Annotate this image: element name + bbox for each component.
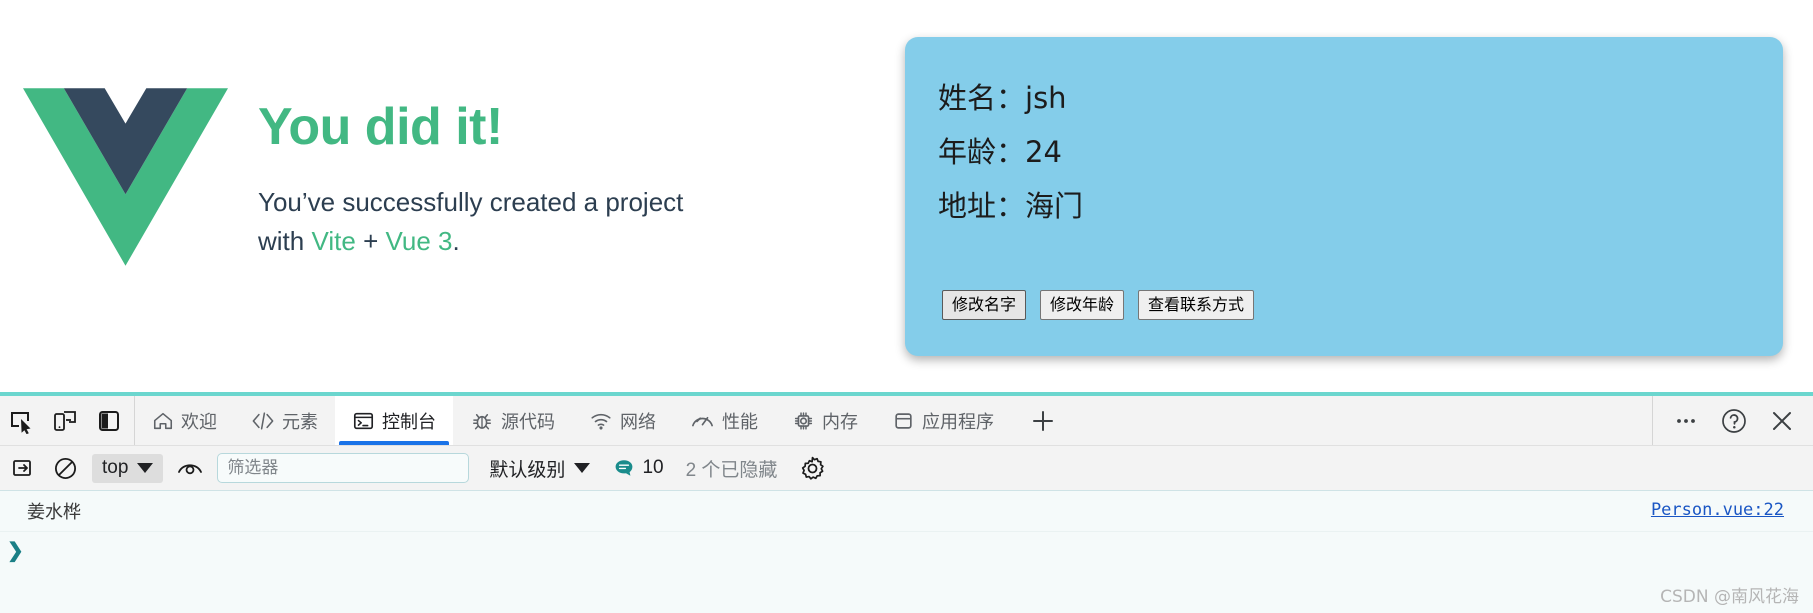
execution-context-value: top xyxy=(102,456,129,478)
terminal-icon xyxy=(352,410,375,432)
web-page-viewport: You did it! You’ve successfully created … xyxy=(0,0,1813,392)
chevron-down-icon xyxy=(574,463,591,473)
execution-context-select[interactable]: top xyxy=(92,453,164,483)
plus-separator: + xyxy=(363,225,379,256)
inspect-element-icon[interactable] xyxy=(4,404,38,438)
tab-performance-label: 性能 xyxy=(722,411,758,432)
person-address-row: 地址：海门 xyxy=(938,183,1083,225)
dock-side-icon[interactable] xyxy=(92,404,126,438)
vite-link[interactable]: Vite xyxy=(311,226,355,256)
devtools-panel: 欢迎 元素 控制台 源代码 网络 性能 内存 应用程序 top 筛选器 默认级别… xyxy=(0,392,1813,613)
console-message-text: 姜水桦 xyxy=(27,502,81,523)
tab-application-label: 应用程序 xyxy=(922,411,994,432)
gear-icon[interactable] xyxy=(797,453,827,483)
person-card: 姓名：jsh 年龄：24 地址：海门 修改名字 修改年龄 查看联系方式 xyxy=(905,37,1783,356)
console-message-row[interactable]: 姜水桦 Person.vue:22 xyxy=(0,491,1813,532)
person-name-value: jsh xyxy=(1025,81,1067,115)
person-age-label: 年龄： xyxy=(938,135,1026,169)
tab-console-label: 控制台 xyxy=(382,411,436,432)
person-name-row: 姓名：jsh xyxy=(938,75,1067,117)
tab-sources-label: 源代码 xyxy=(501,411,555,432)
close-devtools-icon[interactable] xyxy=(1765,404,1799,438)
bug-icon xyxy=(470,410,494,432)
tab-application[interactable]: 应用程序 xyxy=(875,396,1011,445)
tab-memory[interactable]: 内存 xyxy=(775,396,875,445)
page-title: You did it! xyxy=(258,98,503,156)
devtools-toolbar-right xyxy=(1652,396,1813,445)
chevron-down-icon xyxy=(137,462,154,473)
log-level-value: 默认级别 xyxy=(489,459,566,481)
message-count-value: 10 xyxy=(642,457,664,478)
code-tags-icon xyxy=(251,410,275,432)
tab-console[interactable]: 控制台 xyxy=(335,396,453,445)
home-icon xyxy=(152,410,174,432)
help-icon[interactable] xyxy=(1717,404,1751,438)
vue3-link[interactable]: Vue 3 xyxy=(385,226,452,256)
vue-logo-icon xyxy=(23,88,228,266)
person-age-value: 24 xyxy=(1025,135,1062,169)
gauge-icon xyxy=(690,410,715,432)
tab-welcome-label: 欢迎 xyxy=(181,411,217,432)
hidden-messages-label: 2 个已隐藏 xyxy=(685,459,778,481)
hero-subtitle-line1: You’ve successfully created a project xyxy=(258,186,684,217)
console-message-source-link[interactable]: Person.vue:22 xyxy=(1651,500,1784,520)
tab-memory-label: 内存 xyxy=(822,411,858,432)
tab-performance[interactable]: 性能 xyxy=(673,396,775,445)
vue-welcome-hero: You did it! You’ve successfully created … xyxy=(0,0,760,392)
person-age-row: 年龄：24 xyxy=(938,129,1062,171)
chip-icon xyxy=(792,410,815,432)
watermark: CSDN @南风花海 xyxy=(1660,587,1799,607)
no-entry-icon[interactable] xyxy=(50,453,80,483)
devtools-tabbar: 欢迎 元素 控制台 源代码 网络 性能 内存 应用程序 xyxy=(0,396,1813,446)
clear-console-icon[interactable] xyxy=(8,453,38,483)
tab-sources[interactable]: 源代码 xyxy=(453,396,572,445)
storage-icon xyxy=(892,410,915,432)
tab-welcome[interactable]: 欢迎 xyxy=(135,396,234,445)
view-contact-button[interactable]: 查看联系方式 xyxy=(1138,290,1255,321)
person-name-label: 姓名： xyxy=(938,81,1026,115)
sentence-period: . xyxy=(452,225,460,256)
person-address-value: 海门 xyxy=(1025,189,1084,223)
devtools-tab-list: 欢迎 元素 控制台 源代码 网络 性能 内存 应用程序 xyxy=(135,396,1011,445)
change-name-button[interactable]: 修改名字 xyxy=(942,290,1027,321)
console-output: 姜水桦 Person.vue:22 ❯ CSDN @南风花海 xyxy=(0,491,1813,613)
tab-elements-label: 元素 xyxy=(282,411,318,432)
more-options-icon[interactable] xyxy=(1669,404,1703,438)
tab-elements[interactable]: 元素 xyxy=(234,396,335,445)
console-input-prompt[interactable]: ❯ xyxy=(0,532,1813,568)
message-count-badge[interactable]: 10 xyxy=(614,457,664,479)
prompt-chevron-icon: ❯ xyxy=(7,539,24,562)
tab-network-label: 网络 xyxy=(620,411,656,432)
hero-subtitle: You’ve successfully created a project wit… xyxy=(258,183,728,261)
hero-text-block: You did it! You’ve successfully created … xyxy=(258,100,728,261)
device-toolbar-icon[interactable] xyxy=(48,404,82,438)
hero-subtitle-with: with xyxy=(258,225,305,256)
console-filter-input[interactable] xyxy=(217,453,470,483)
change-age-button[interactable]: 修改年龄 xyxy=(1040,290,1125,321)
log-level-select[interactable]: 默认级别 xyxy=(489,455,591,482)
person-card-actions: 修改名字 修改年龄 查看联系方式 xyxy=(942,290,1255,321)
add-panel-button[interactable] xyxy=(1011,396,1075,445)
devtools-toolbar-left xyxy=(0,396,135,445)
console-toolbar: top 默认级别 10 2 个已隐藏 xyxy=(0,446,1813,491)
message-bubble-icon xyxy=(614,458,634,478)
person-address-label: 地址： xyxy=(938,189,1026,223)
live-expression-icon[interactable] xyxy=(175,453,205,483)
wifi-icon xyxy=(589,410,613,432)
tab-network[interactable]: 网络 xyxy=(572,396,673,445)
